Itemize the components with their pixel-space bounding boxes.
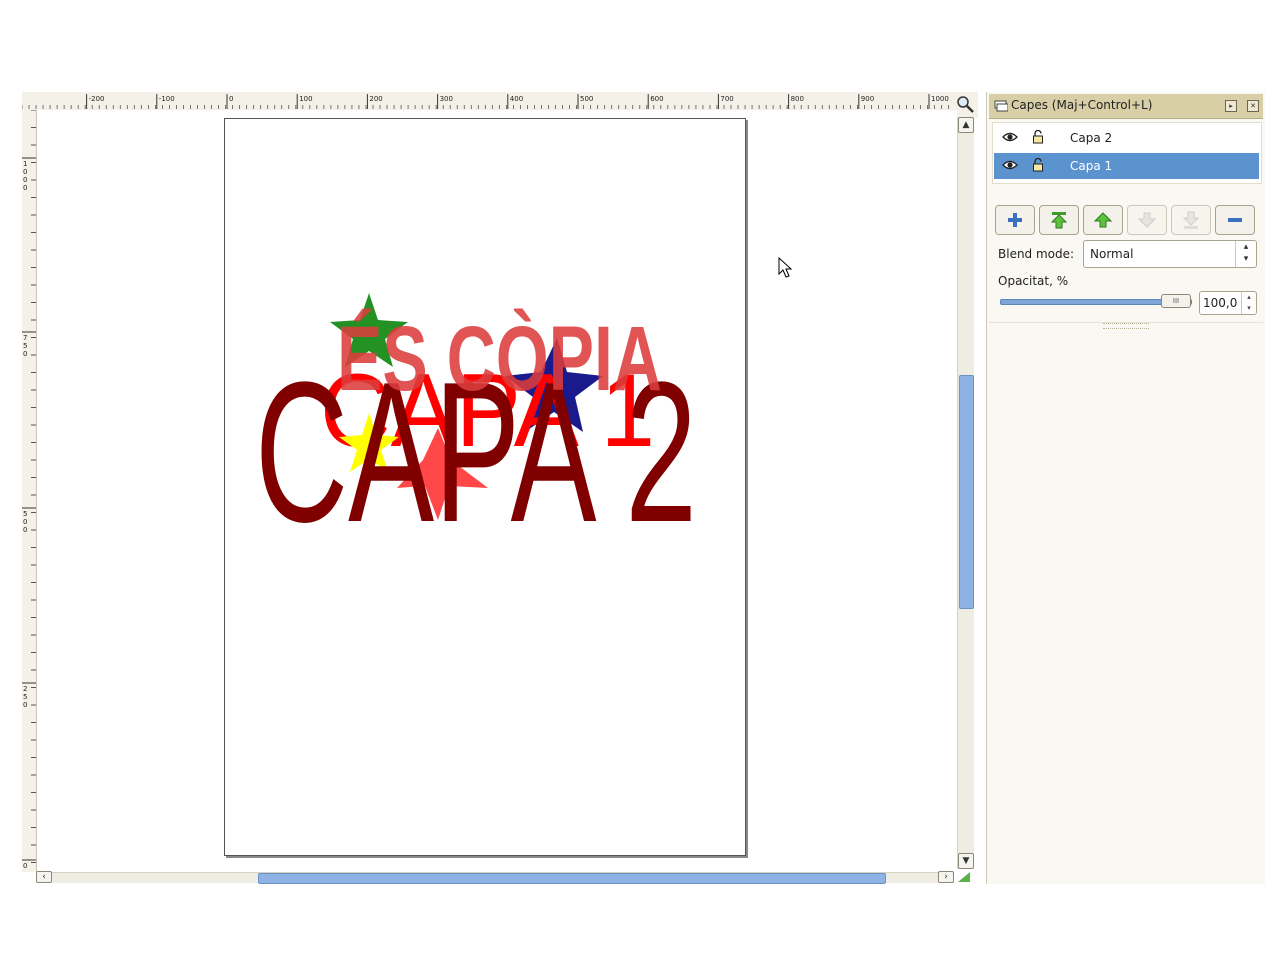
- layer-row-capa-2[interactable]: Capa 2: [994, 125, 1259, 151]
- spin-up-down-icon[interactable]: ▴ ▾: [1241, 292, 1256, 314]
- opacity-slider-handle[interactable]: III: [1161, 294, 1191, 308]
- ruler-label: 5: [23, 693, 27, 701]
- unlock-icon[interactable]: [1032, 130, 1044, 144]
- ruler-label: 600: [650, 95, 663, 103]
- arrow-to-bottom-icon: [1182, 211, 1200, 229]
- ruler-label: 0: [23, 862, 27, 870]
- scroll-right-button[interactable]: ›: [938, 871, 954, 883]
- mouse-cursor-icon: [778, 257, 793, 278]
- ruler-label: 800: [791, 95, 804, 103]
- ruler-label: 2: [23, 685, 27, 693]
- magnifier-icon: [957, 96, 974, 113]
- ruler-label: -200: [89, 95, 105, 103]
- layers-dock: Capes (Maj+Control+L) ▸ ✕ Capa 2 Capa 1 …: [986, 92, 1265, 884]
- lower-layer-to-bottom-button[interactable]: [1171, 205, 1211, 235]
- opacity-label: Opacitat, %: [998, 274, 1069, 288]
- ruler-label: 0: [23, 184, 27, 192]
- arrow-to-top-icon: [1050, 212, 1068, 229]
- vertical-ruler-ticks: 10007505002500: [22, 109, 36, 870]
- horizontal-scroll-thumb[interactable]: [258, 873, 886, 884]
- plus-icon: [1008, 213, 1022, 227]
- ruler-label: -100: [159, 95, 175, 103]
- ruler-label: 100: [299, 95, 312, 103]
- horizontal-ruler[interactable]: -200 -100 0 100 200 300 400 500 600 700 800 900 1000: [21, 92, 950, 111]
- blend-mode-label: Blend mode:: [998, 247, 1075, 261]
- ruler-label: 500: [580, 95, 593, 103]
- scroll-left-button[interactable]: ‹: [36, 871, 52, 883]
- scroll-up-button[interactable]: ▲: [958, 117, 974, 133]
- layers-icon: [994, 100, 1008, 112]
- minus-icon: [1228, 218, 1242, 222]
- vertical-scrollbar[interactable]: ▲ ▼: [957, 117, 974, 869]
- ruler-label: 200: [369, 95, 382, 103]
- layers-list: Capa 2 Capa 1: [992, 122, 1262, 184]
- ruler-label: 700: [720, 95, 733, 103]
- horizontal-ruler-ticks: -200 -100 0 100 200 300 400 500 600 700 800 900 1000: [21, 94, 950, 109]
- layer-row-capa-1[interactable]: Capa 1: [994, 153, 1259, 179]
- dock-close-icon[interactable]: ✕: [1247, 100, 1259, 112]
- vertical-ruler[interactable]: 10007505002500: [22, 109, 37, 872]
- arrow-up-icon: [1094, 212, 1112, 228]
- artwork[interactable]: CAPA 1 CAPA 2 ÉS CÒPIA: [37, 110, 957, 872]
- chevron-up-down-icon: ▴ ▾: [1235, 241, 1256, 267]
- ruler-label: 0: [23, 350, 27, 358]
- drawing-canvas[interactable]: CAPA 1 CAPA 2 ÉS CÒPIA: [37, 110, 957, 872]
- ruler-label: 300: [440, 95, 453, 103]
- eye-visible-icon[interactable]: [1002, 159, 1018, 171]
- opacity-value[interactable]: 100,0: [1203, 296, 1237, 310]
- layer-name[interactable]: Capa 2: [1070, 131, 1112, 145]
- vertical-scroll-thumb[interactable]: [959, 375, 974, 609]
- lower-layer-button[interactable]: [1127, 205, 1167, 235]
- ruler-label: 0: [229, 95, 233, 103]
- eye-visible-icon[interactable]: [1002, 131, 1018, 143]
- opacity-spinbox[interactable]: 100,0 ▴ ▾: [1199, 291, 1257, 315]
- ruler-label: 5: [23, 510, 27, 518]
- ruler-label: 400: [510, 95, 523, 103]
- horizontal-scrollbar[interactable]: ‹ ›: [36, 871, 954, 884]
- remove-layer-button[interactable]: [1215, 205, 1255, 235]
- blend-mode-select[interactable]: Normal ▴ ▾: [1083, 240, 1257, 268]
- blend-mode-value: Normal: [1090, 247, 1134, 261]
- ruler-label: 0: [23, 518, 27, 526]
- dock-iconify-icon[interactable]: ▸: [1225, 100, 1237, 112]
- raise-layer-button[interactable]: [1083, 205, 1123, 235]
- ruler-label: 0: [23, 526, 27, 534]
- scroll-down-button[interactable]: ▼: [958, 853, 974, 869]
- dock-title-bar[interactable]: Capes (Maj+Control+L) ▸ ✕: [989, 94, 1263, 119]
- raise-layer-to-top-button[interactable]: [1039, 205, 1079, 235]
- arrow-down-icon: [1138, 212, 1156, 228]
- resize-corner-icon[interactable]: [958, 872, 970, 882]
- ruler-label: 0: [23, 176, 27, 184]
- watermark-text[interactable]: ÉS CÒPIA: [337, 307, 662, 410]
- ruler-label: 900: [861, 95, 874, 103]
- ruler-label: 1000: [931, 95, 949, 103]
- unlock-icon[interactable]: [1032, 158, 1044, 172]
- ruler-label: 1: [23, 160, 27, 168]
- ruler-label: 0: [23, 701, 27, 709]
- ruler-label: 0: [23, 168, 27, 176]
- ruler-label: 7: [23, 334, 27, 342]
- dock-resize-grip[interactable]: [1103, 323, 1149, 329]
- layer-name[interactable]: Capa 1: [1070, 159, 1112, 173]
- ruler-label: 5: [23, 342, 27, 350]
- dock-title: Capes (Maj+Control+L): [1011, 98, 1153, 112]
- add-layer-button[interactable]: [995, 205, 1035, 235]
